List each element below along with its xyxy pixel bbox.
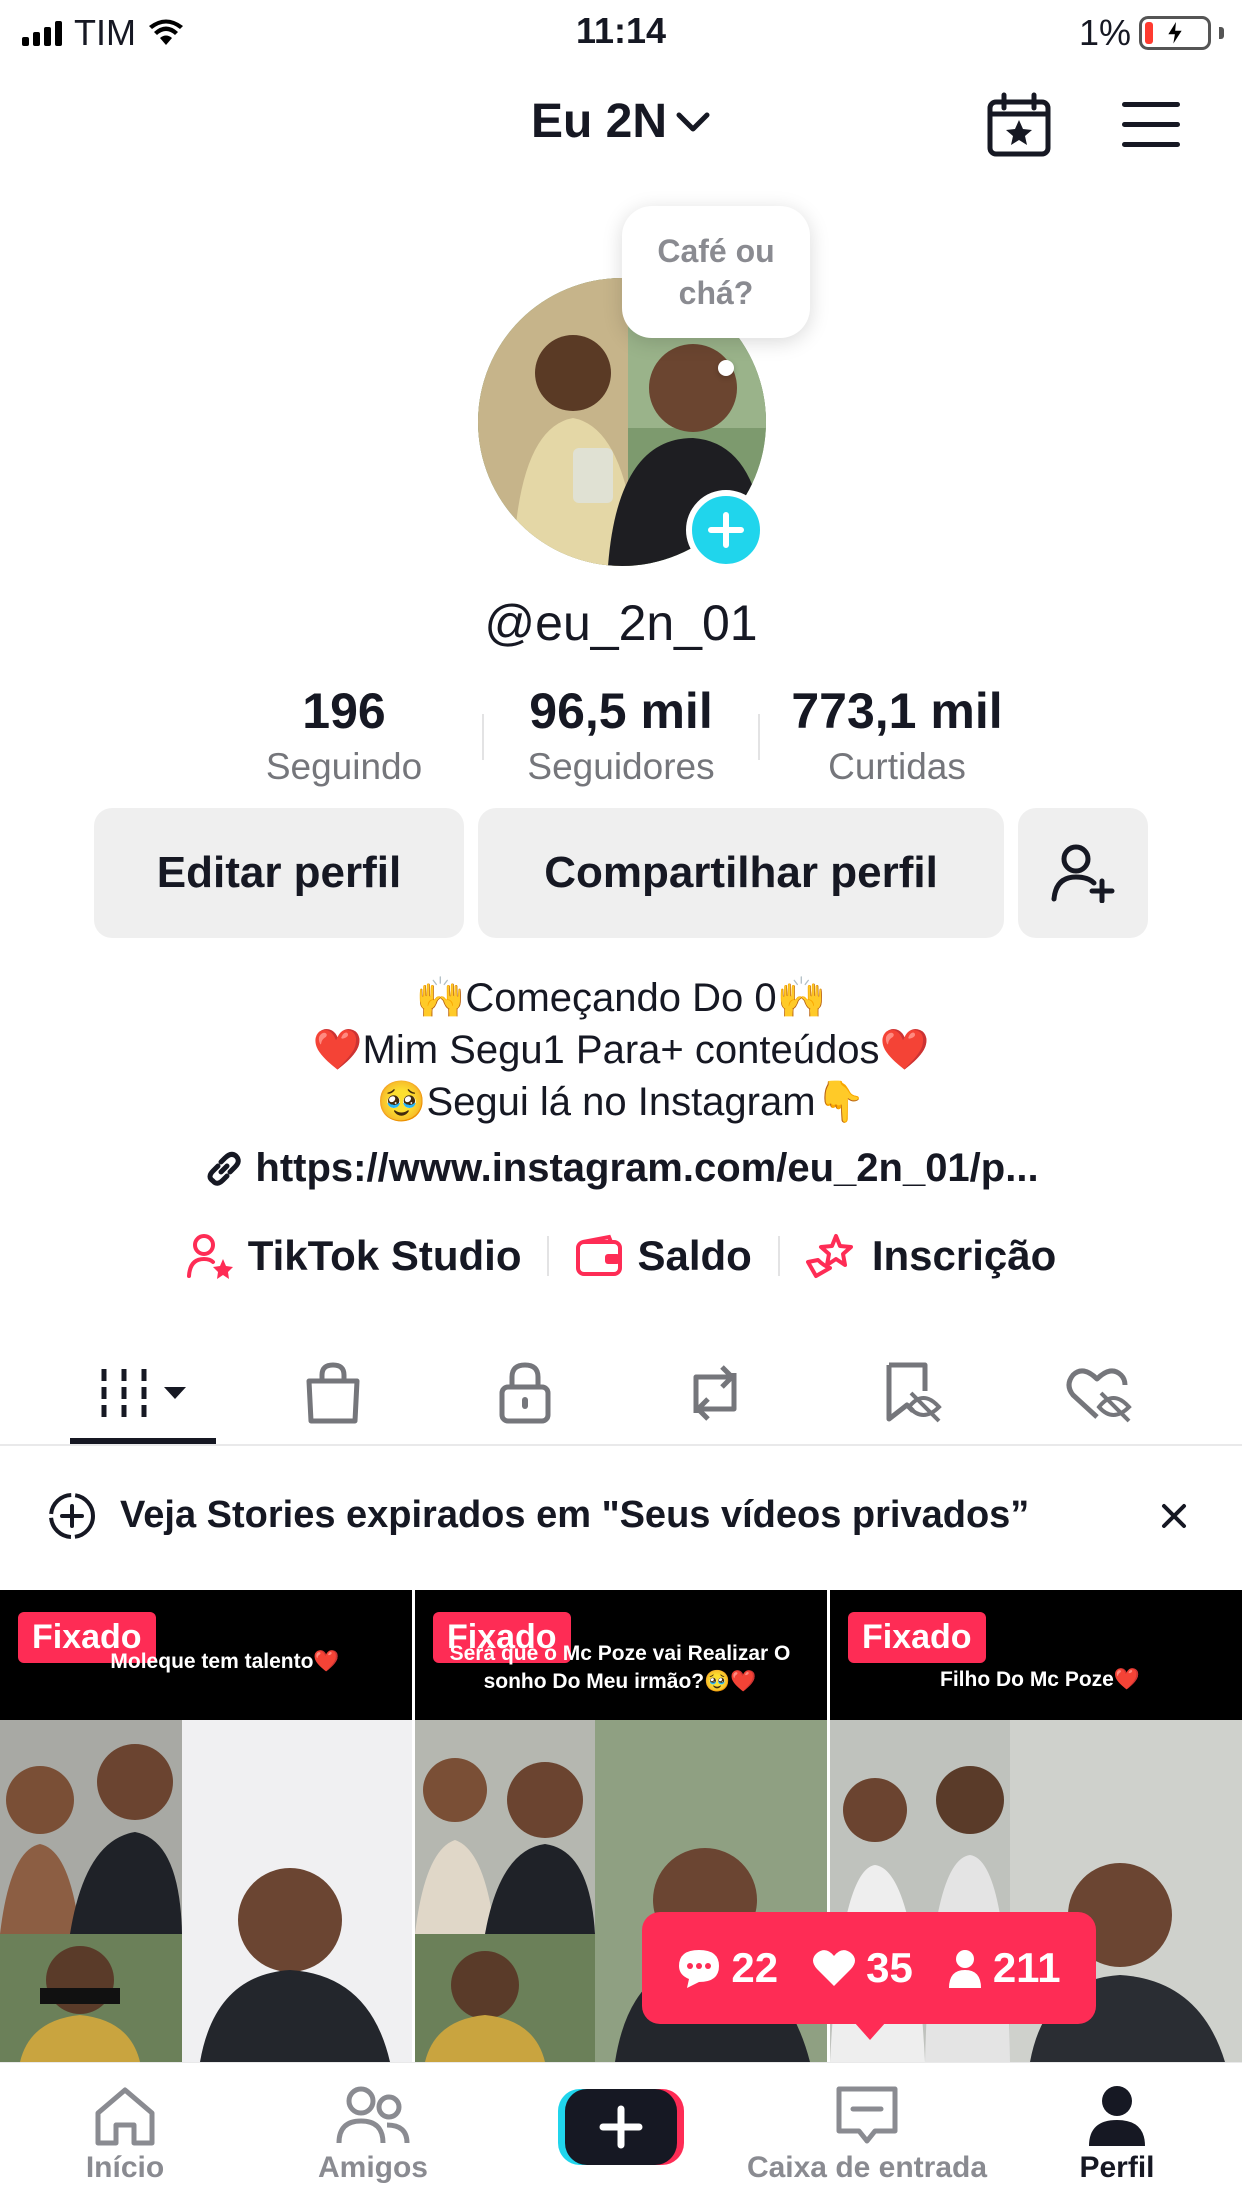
video-thumbnail: [0, 1720, 412, 2062]
menu-icon[interactable]: [1120, 100, 1182, 150]
battery-percent: 1%: [1078, 12, 1131, 53]
add-story-button[interactable]: [686, 490, 766, 570]
edit-profile-button[interactable]: Editar perfil: [94, 808, 464, 938]
popup-views: 211: [947, 1944, 1061, 1992]
inbox-icon: [836, 2086, 898, 2144]
home-icon: [95, 2087, 155, 2146]
popup-tail: [854, 2022, 886, 2040]
tool-inscricao[interactable]: Inscrição: [805, 1232, 1056, 1280]
video-tile[interactable]: Fixado Moleque tem talento❤️: [0, 1590, 412, 2062]
story-plus-icon: [49, 1493, 95, 1539]
bio-line-3: 🥹Segui lá no Instagram👇: [376, 1079, 866, 1125]
tab-saved[interactable]: [876, 1358, 946, 1428]
divider: [547, 1236, 550, 1276]
videos-grid-icon: [101, 1369, 186, 1417]
stat-label: Seguindo: [265, 746, 423, 787]
person-icon: [948, 1950, 981, 1988]
tab-shop[interactable]: [298, 1358, 368, 1428]
account-switcher[interactable]: Eu 2N: [0, 94, 1242, 149]
bookmark-hidden-icon: [886, 1362, 942, 1423]
stat-label: Curtidas: [828, 746, 966, 787]
stat-value: 96,5 mil: [529, 683, 713, 739]
profile-icon: [1089, 2086, 1145, 2146]
friends-icon: [336, 2086, 410, 2144]
username: @eu_2n_01: [484, 595, 758, 651]
nav-friends[interactable]: Amigos: [248, 2081, 498, 2185]
stat-value: 773,1 mil: [791, 683, 1003, 739]
stat-value: 196: [302, 683, 386, 739]
profile-stats: 196 Seguindo 96,5 mil Seguidores 773,1 m…: [0, 682, 1242, 802]
profile-header: Eu 2N: [0, 80, 1242, 170]
nav-profile[interactable]: Perfil: [992, 2081, 1242, 2185]
active-tab-indicator: [70, 1438, 216, 1444]
add-person-icon: [1051, 844, 1115, 903]
profile-tabs: [0, 1338, 1242, 1446]
tab-videos[interactable]: [98, 1358, 194, 1428]
link-icon: [207, 1151, 242, 1186]
bio-line-2: ❤️Mim Segu1 Para+ conteúdos❤️: [312, 1027, 930, 1073]
lock-icon: [499, 1362, 551, 1424]
stat-followers[interactable]: 96,5 mil Seguidores: [481, 682, 761, 788]
shop-bag-icon: [306, 1362, 360, 1424]
star-hand-icon: [805, 1234, 853, 1278]
share-profile-button[interactable]: Compartilhar perfil: [478, 808, 1004, 938]
popup-likes: 35: [812, 1944, 913, 1992]
stories-banner[interactable]: Veja Stories expirados em "Seus vídeos p…: [0, 1468, 1242, 1564]
divider: [777, 1236, 780, 1276]
pinned-badge: Fixado: [848, 1612, 986, 1663]
bottom-nav: Início Amigos Caixa de entrada Perfil: [0, 2062, 1242, 2208]
close-icon[interactable]: [1152, 1494, 1196, 1538]
stat-likes[interactable]: 773,1 mil Curtidas: [757, 682, 1037, 788]
account-name: Eu 2N: [530, 95, 668, 148]
nav-home[interactable]: Início: [0, 2081, 250, 2185]
bio: 🙌Começando Do 0🙌 ❤️Mim Segu1 Para+ conte…: [0, 972, 1242, 1128]
tab-private[interactable]: [490, 1358, 560, 1428]
note-bubble-tail: [718, 360, 734, 376]
popup-comments: 22: [677, 1944, 778, 1992]
person-star-icon: [186, 1234, 233, 1279]
battery-icon: [1139, 16, 1211, 50]
status-bar: TIM 11:14 1%: [0, 0, 1242, 64]
banner-text: Veja Stories expirados em "Seus vídeos p…: [120, 1494, 1030, 1536]
video-caption: Filho Do Mc Poze❤️: [940, 1668, 1140, 1691]
stat-following[interactable]: 196 Seguindo: [204, 682, 484, 788]
bio-line-1: 🙌Começando Do 0🙌: [415, 975, 827, 1021]
status-right: 1%: [1079, 12, 1224, 54]
heart-icon: [813, 1950, 856, 1986]
wallet-icon: [576, 1234, 623, 1276]
bio-link-text: https://www.instagram.com/eu_2n_01/p...: [255, 1146, 1039, 1190]
engagement-popup[interactable]: 22 35 211: [642, 1912, 1096, 2024]
comment-icon: [679, 1950, 720, 1988]
stat-label: Seguidores: [527, 746, 715, 787]
calendar-star-icon[interactable]: [986, 92, 1052, 158]
plus-icon: [708, 512, 744, 548]
video-caption: Moleque tem talento❤️: [110, 1650, 340, 1673]
tool-saldo[interactable]: Saldo: [575, 1232, 752, 1280]
clock: 11:14: [575, 10, 667, 51]
create-icon: [558, 2089, 684, 2165]
chevron-down-icon: [676, 112, 710, 131]
creator-tools: TikTok Studio Saldo Inscrição: [0, 1232, 1242, 1280]
repost-icon: [693, 1365, 737, 1421]
tool-tiktok-studio[interactable]: TikTok Studio: [186, 1232, 521, 1280]
liked-hidden-icon: [1066, 1368, 1132, 1423]
video-caption: Será que o Mc Poze vai Realizar O sonho …: [449, 1642, 791, 1693]
create-button[interactable]: [556, 2085, 686, 2169]
nav-inbox[interactable]: Caixa de entrada: [742, 2081, 992, 2185]
note-bubble[interactable]: Café ou chá?: [622, 206, 810, 338]
tab-reposts[interactable]: [680, 1358, 750, 1428]
bio-link[interactable]: https://www.instagram.com/eu_2n_01/p...: [0, 1146, 1242, 1191]
tab-liked[interactable]: [1064, 1358, 1134, 1428]
add-friends-button[interactable]: [1018, 808, 1148, 938]
